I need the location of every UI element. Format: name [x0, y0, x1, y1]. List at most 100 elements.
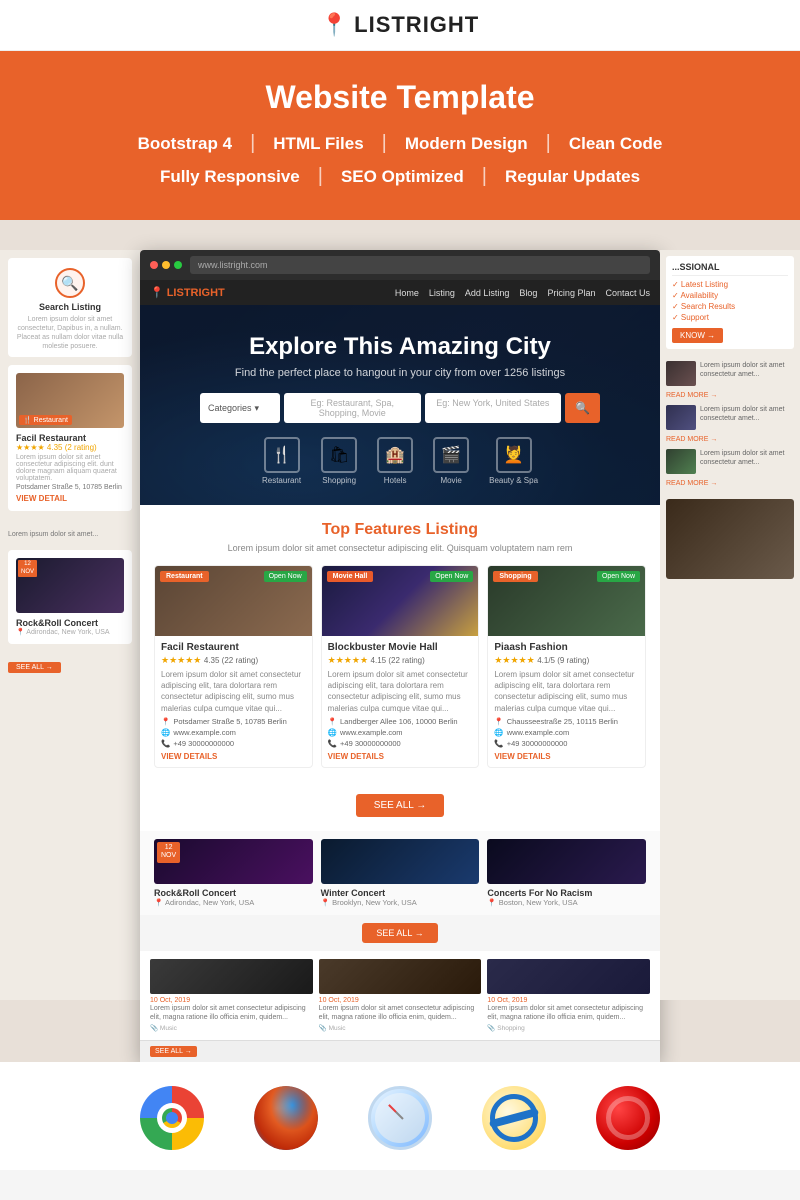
concert-img-3	[487, 839, 646, 884]
browser-url-bar[interactable]: www.listright.com	[190, 256, 650, 274]
side-read-more-1[interactable]: READ MORE →	[666, 392, 794, 399]
feature-clean: Clean Code	[551, 134, 681, 154]
concert-section: 12NOV Rock&Roll Concert 📍 Adirondac, New…	[140, 831, 660, 915]
hero-content: Explore This Amazing City Find the perfe…	[160, 333, 640, 485]
side-pro-item-4: ✓ Support	[672, 313, 788, 322]
hero-icon-shopping[interactable]: 🛍 Shopping	[321, 437, 357, 485]
listing-website-shopping: 🌐www.example.com	[494, 728, 639, 737]
listing-address-movie: 📍Landberger Allee 106, 10000 Berlin	[328, 717, 473, 726]
view-details-movie[interactable]: VIEW DETAILS	[328, 752, 473, 761]
website-icon-s: 🌐	[494, 728, 503, 737]
nav-pricing[interactable]: Pricing Plan	[547, 288, 595, 298]
blog-img-3	[487, 959, 650, 994]
feature-row-2: Fully Responsive | SEO Optimized | Regul…	[40, 165, 760, 188]
hero-icon-restaurant[interactable]: 🍴 Restaurant	[262, 437, 301, 485]
hero-icon-spa[interactable]: 💆 Beauty & Spa	[489, 437, 538, 485]
side-view-detail[interactable]: VIEW DETAIL	[16, 494, 124, 503]
concert-card-1: 12NOV Rock&Roll Concert 📍 Adirondac, New…	[154, 839, 313, 907]
opera-browser-icon	[596, 1086, 660, 1150]
blog-img-1	[150, 959, 313, 994]
side-pro-item-1: ✓ Latest Listing	[672, 280, 788, 289]
side-concert-location: 📍 Adirondac, New York, USA	[16, 628, 124, 636]
nav-logo-text: LISTRIGHT	[167, 287, 225, 299]
search-place-input[interactable]: Eg: Restaurant, Spa, Shopping, Movie	[284, 393, 421, 423]
side-read-more-2[interactable]: READ MORE →	[666, 436, 794, 443]
listing-title-movie: Blockbuster Movie Hall	[328, 642, 473, 653]
listing-rating-movie: 4.15 (22 rating)	[371, 656, 425, 665]
feature-seo: SEO Optimized	[323, 167, 482, 187]
concert-location-3: 📍 Boston, New York, USA	[487, 898, 646, 907]
listing-website-restaurant: 🌐www.example.com	[161, 728, 306, 737]
listing-info-movie: 📍Landberger Allee 106, 10000 Berlin 🌐www…	[328, 717, 473, 748]
side-panel-left: 🔍 Search Listing Lorem ipsum dolor sit a…	[0, 250, 140, 1000]
hero-icon-movie[interactable]: 🎬 Movie	[433, 437, 469, 485]
nav-listing[interactable]: Listing	[429, 288, 455, 298]
nav-blog[interactable]: Blog	[519, 288, 537, 298]
side-see-all-btn[interactable]: SEE ALL →	[8, 662, 61, 673]
browser-url-text: www.listright.com	[198, 260, 268, 270]
side-read-more-3[interactable]: READ MORE →	[666, 480, 794, 487]
ie-browser-icon	[482, 1086, 546, 1150]
side-blog-img-2	[666, 405, 696, 430]
browser-chrome: www.listright.com	[140, 250, 660, 280]
header: 📍 LISTRIGHT	[0, 0, 800, 51]
search-category-dropdown[interactable]: Categories ▾	[200, 393, 280, 423]
concert-card-2: Winter Concert 📍 Brooklyn, New York, USA	[321, 839, 480, 907]
side-blog-item-3: Lorem ipsum dolor sit amet consectetur a…	[666, 449, 794, 474]
listing-card-body-restaurant: Facil Restaurent ★★★★★ 4.35 (22 rating) …	[155, 636, 312, 767]
side-know-btn[interactable]: KNOW →	[672, 328, 723, 343]
chevron-down-icon: ▾	[255, 403, 260, 414]
banner-features: Bootstrap 4 | HTML Files | Modern Design…	[40, 132, 760, 188]
hero-icon-hotels[interactable]: 🏨 Hotels	[377, 437, 413, 485]
see-all-concerts-button[interactable]: SEE ALL →	[362, 923, 437, 943]
blog-item-1: 10 Oct, 2019 Lorem ipsum dolor sit amet …	[150, 959, 313, 1032]
nav-home[interactable]: Home	[395, 288, 419, 298]
listing-cards: Restaurant Open Now Facil Restaurent ★★★…	[154, 565, 646, 768]
hotels-label: Hotels	[384, 476, 407, 485]
view-details-shopping[interactable]: VIEW DETAILS	[494, 752, 639, 761]
phone-icon: 📞	[161, 739, 170, 748]
concert-card-3: Concerts For No Racism 📍 Boston, New Yor…	[487, 839, 646, 907]
listing-rating-restaurant: 4.35 (22 rating)	[204, 656, 258, 665]
preview-section: 🔍 Search Listing Lorem ipsum dolor sit a…	[0, 220, 800, 1062]
safari-browser-icon	[368, 1086, 432, 1150]
search-location-input[interactable]: Eg: New York, United States	[425, 393, 562, 423]
search-submit-button[interactable]: 🔍	[565, 393, 600, 423]
feature-responsive: Fully Responsive	[142, 167, 318, 187]
address-icon-m: 📍	[328, 717, 337, 726]
listing-badge-movie: Movie Hall	[327, 571, 374, 582]
blog-text-3: Lorem ipsum dolor sit amet consectetur a…	[487, 1004, 650, 1022]
nav-add-listing[interactable]: Add Listing	[465, 288, 510, 298]
browser-dots	[150, 261, 182, 269]
features-title: Top Features Listing	[154, 521, 646, 539]
features-subtitle: Lorem ipsum dolor sit amet consectetur a…	[154, 543, 646, 553]
listing-card-body-shopping: Piaash Fashion ★★★★★ 4.1/5 (9 rating) Lo…	[488, 636, 645, 767]
search-loc-placeholder: Eg: New York, United States	[436, 398, 549, 408]
listing-address-shopping: 📍Chausseestraße 25, 10115 Berlin	[494, 717, 639, 726]
listing-badge-restaurant: Restaurant	[160, 571, 209, 582]
concert-location-1: 📍 Adirondac, New York, USA	[154, 898, 313, 907]
listing-card-body-movie: Blockbuster Movie Hall ★★★★★ 4.15 (22 ra…	[322, 636, 479, 767]
browser-nav: 📍 LISTRIGHT Home Listing Add Listing Blo…	[140, 280, 660, 305]
side-blog-text-3: Lorem ipsum dolor sit amet consectetur a…	[700, 449, 794, 467]
side-pro-title: ...SSIONAL	[672, 262, 788, 276]
hero-section: Explore This Amazing City Find the perfe…	[140, 305, 660, 505]
side-lorem: Lorem ipsum dolor sit amet...	[0, 527, 140, 542]
side-restaurant-desc: Lorem ipsum dolor sit amet consectetur a…	[16, 454, 124, 482]
view-details-restaurant[interactable]: VIEW DETAILS	[161, 752, 306, 761]
chrome-center-dot	[166, 1112, 178, 1124]
nav-contact[interactable]: Contact Us	[605, 288, 650, 298]
category-text: Categories	[208, 403, 252, 413]
chrome-inner-circle	[157, 1103, 187, 1133]
side-blog-img-1	[666, 361, 696, 386]
star-icons-movie: ★★★★★	[328, 655, 368, 665]
side-blog-item-2: Lorem ipsum dolor sit amet consectetur a…	[666, 405, 794, 430]
chrome-browser-icon	[140, 1086, 204, 1150]
see-all-button[interactable]: SEE ALL →	[356, 794, 444, 817]
phone-icon-m: 📞	[328, 739, 337, 748]
concert-location-2: 📍 Brooklyn, New York, USA	[321, 898, 480, 907]
website-icon: 🌐	[161, 728, 170, 737]
concert-title-3: Concerts For No Racism	[487, 888, 646, 898]
blog-tags-1: 📎 Music	[150, 1024, 313, 1032]
blog-date-1: 10 Oct, 2019	[150, 997, 313, 1004]
